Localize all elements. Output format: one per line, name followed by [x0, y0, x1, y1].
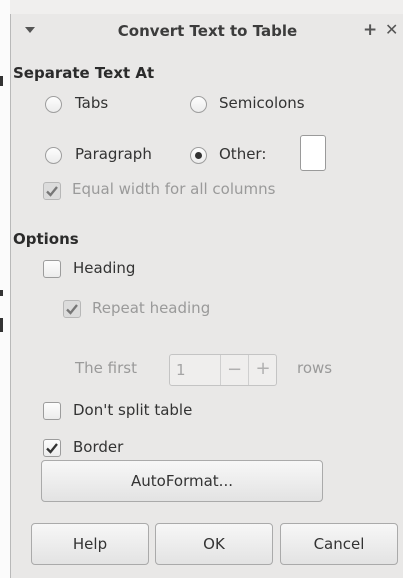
the-first-label: The first [75, 359, 137, 377]
checkmark-icon [46, 443, 58, 454]
separate-text-at-heading: Separate Text At [13, 64, 155, 82]
autoformat-button[interactable]: AutoFormat... [41, 460, 323, 502]
other-label[interactable]: Other: [219, 145, 266, 163]
paragraph-radio[interactable] [45, 147, 62, 164]
background-document-edge [0, 0, 10, 578]
semicolons-label[interactable]: Semicolons [219, 94, 305, 112]
close-icon[interactable]: ✕ [385, 20, 398, 39]
minus-icon[interactable]: − [221, 359, 248, 380]
options-heading: Options [13, 230, 79, 248]
rows-label: rows [297, 359, 333, 377]
checkmark-icon [46, 186, 58, 197]
dont-split-table-checkbox[interactable] [43, 402, 61, 420]
cancel-button[interactable]: Cancel [280, 523, 398, 565]
heading-label[interactable]: Heading [73, 259, 135, 277]
semicolons-radio[interactable] [190, 96, 207, 113]
dialog-title: Convert Text to Table [117, 22, 298, 40]
convert-text-to-table-dialog: Convert Text to Table + ✕ Separate Text … [10, 14, 403, 578]
repeat-heading-label: Repeat heading [92, 299, 211, 317]
plus-icon[interactable]: + [249, 358, 277, 379]
repeat-heading-checkbox[interactable] [63, 300, 81, 318]
tabs-radio[interactable] [45, 96, 62, 113]
paragraph-label[interactable]: Paragraph [75, 145, 152, 163]
other-separator-input[interactable] [300, 135, 326, 171]
checkmark-icon [66, 304, 78, 315]
dialog-titlebar: Convert Text to Table + ✕ [11, 14, 403, 50]
rows-spinbox[interactable]: 1 − + [169, 354, 277, 386]
plus-icon[interactable]: + [363, 20, 377, 40]
equal-width-checkbox[interactable] [43, 182, 61, 200]
dont-split-table-label[interactable]: Don't split table [73, 401, 192, 419]
ok-button[interactable]: OK [155, 523, 273, 565]
tabs-label[interactable]: Tabs [75, 94, 108, 112]
help-button[interactable]: Help [31, 523, 149, 565]
rows-value[interactable]: 1 [176, 361, 186, 379]
background-mark [0, 290, 3, 296]
background-mark [0, 318, 3, 332]
radio-selected-dot [195, 152, 202, 159]
heading-checkbox[interactable] [43, 260, 61, 278]
border-checkbox[interactable] [43, 439, 61, 457]
equal-width-label: Equal width for all columns [72, 180, 276, 198]
background-mark [0, 76, 3, 86]
other-radio[interactable] [190, 147, 207, 164]
border-label[interactable]: Border [73, 438, 123, 456]
